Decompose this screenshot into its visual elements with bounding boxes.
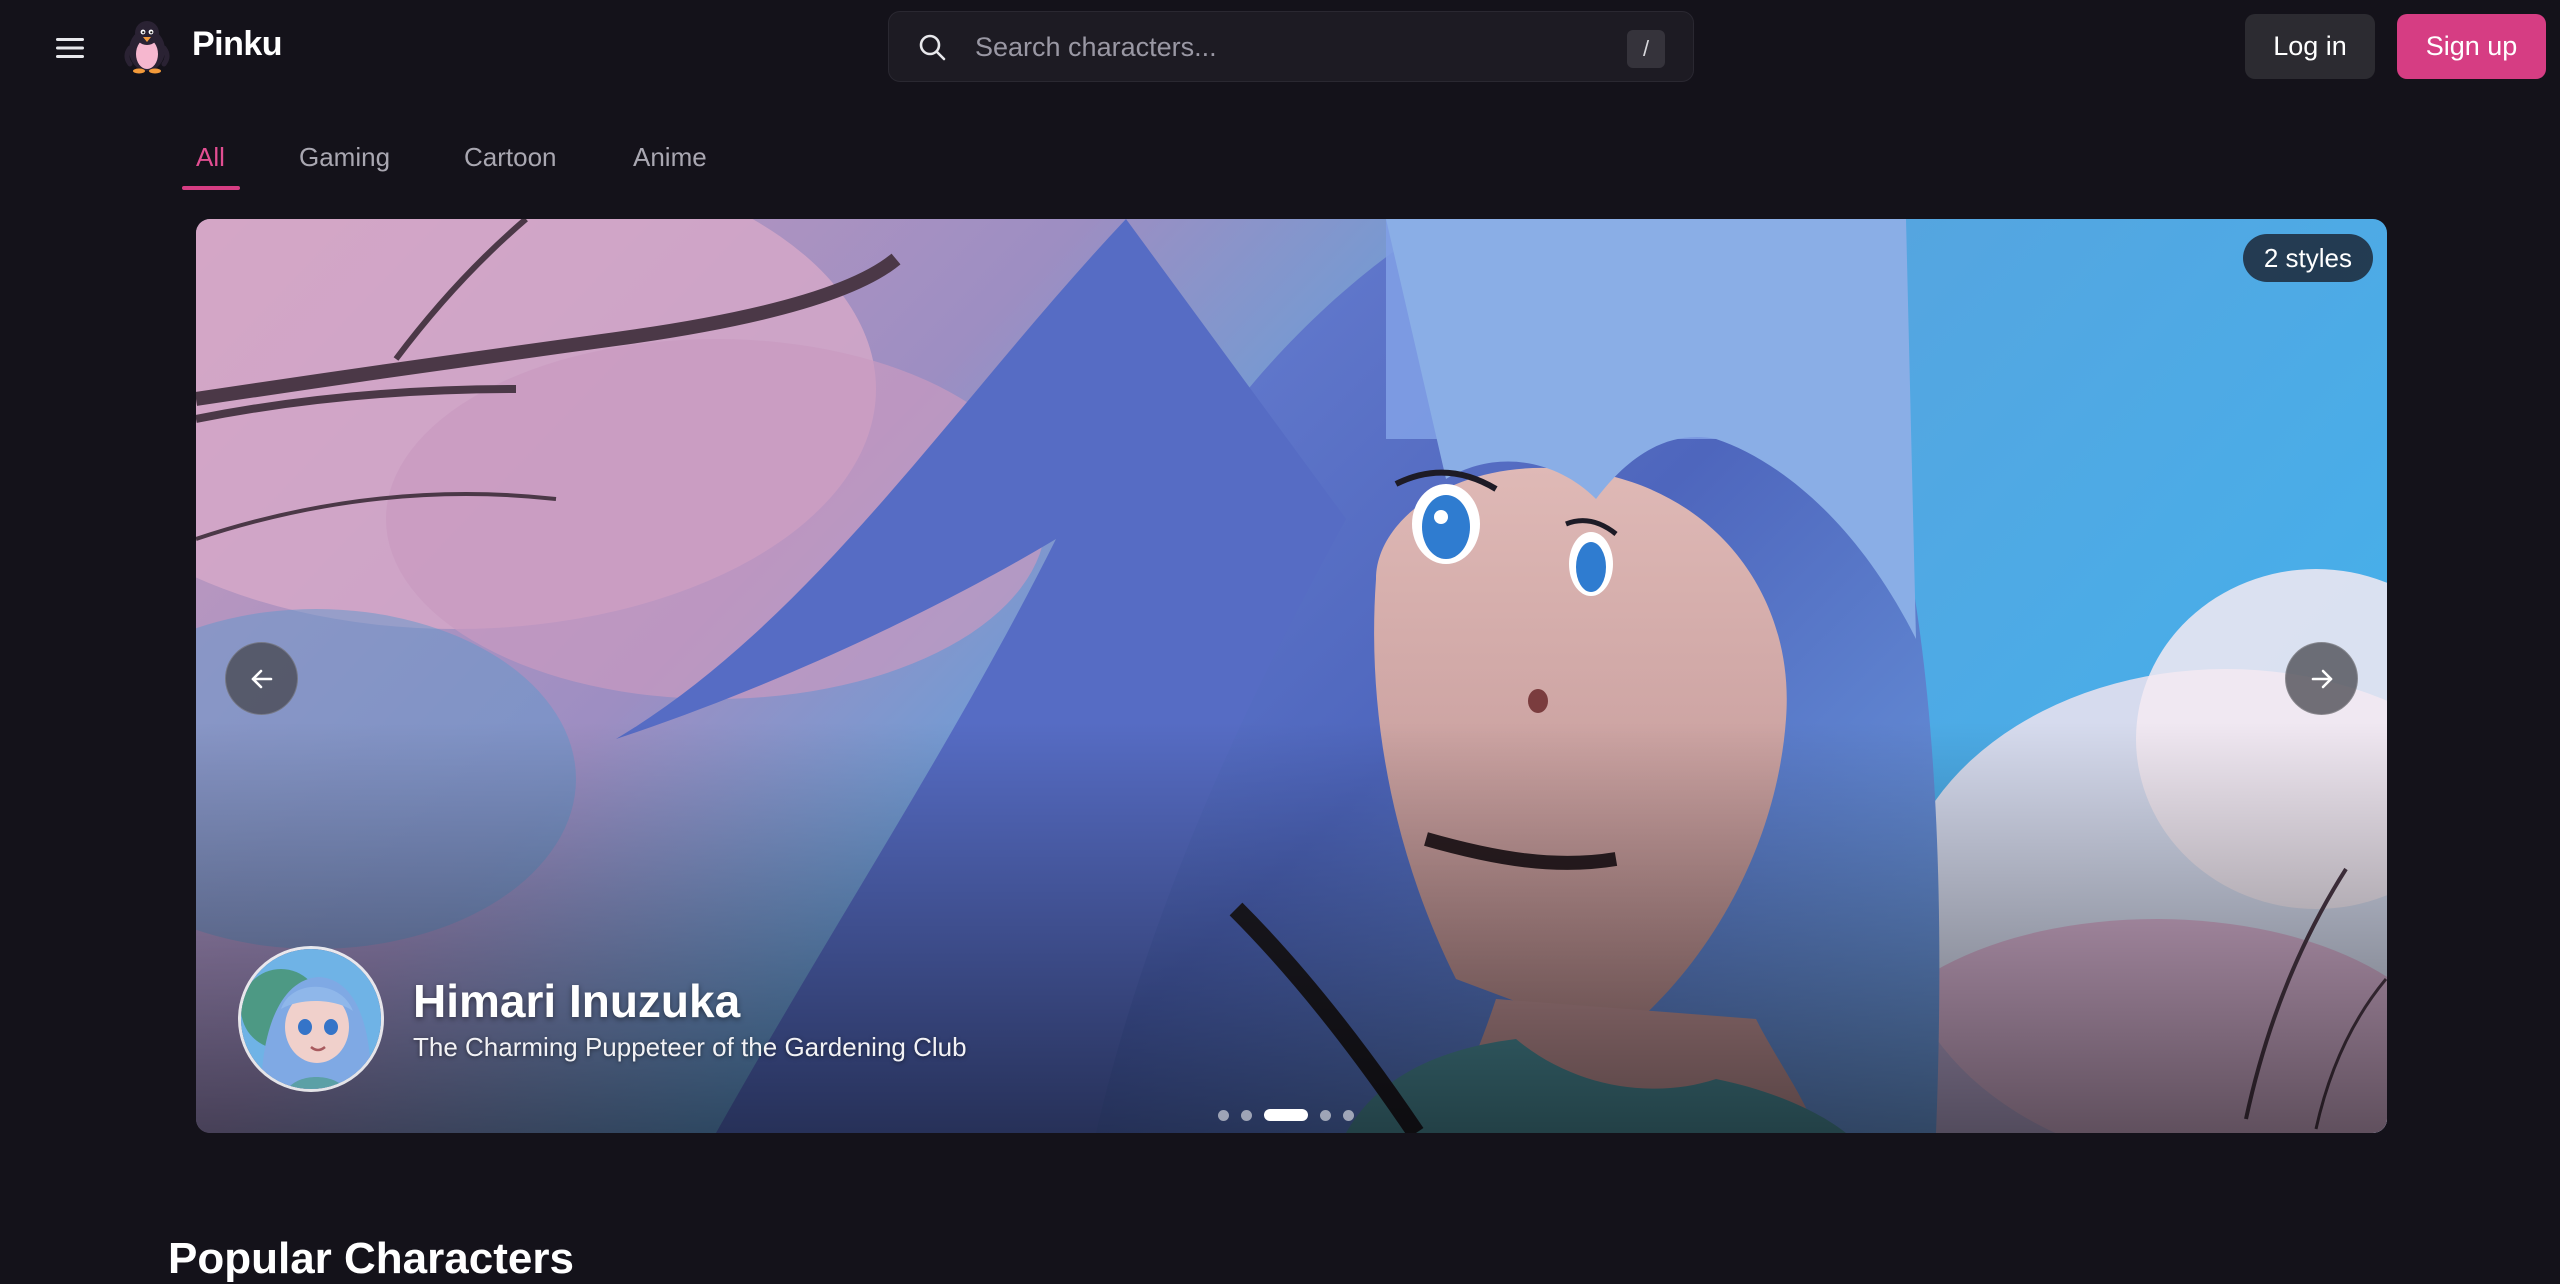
carousel-prev-button[interactable] — [225, 642, 298, 715]
carousel-dot-4[interactable] — [1320, 1109, 1331, 1121]
character-tagline: The Charming Puppeteer of the Gardening … — [413, 1032, 967, 1062]
brand-name[interactable]: Pinku — [192, 25, 283, 64]
featured-carousel[interactable]: 2 styles Himari Inuzuka The Charming Pup… — [196, 219, 2387, 1133]
carousel-next-button[interactable] — [2285, 642, 2358, 715]
search-icon — [919, 34, 946, 61]
tab-anime[interactable]: Anime — [633, 142, 707, 173]
tab-cartoon[interactable]: Cartoon — [464, 142, 557, 173]
tab-all[interactable]: All — [196, 142, 225, 173]
popular-characters-heading: Popular Characters — [168, 1234, 574, 1283]
login-button[interactable]: Log in — [2245, 14, 2375, 79]
signup-button[interactable]: Sign up — [2397, 14, 2546, 79]
active-tab-indicator — [182, 186, 240, 190]
tab-gaming[interactable]: Gaming — [299, 142, 390, 173]
character-avatar[interactable] — [238, 946, 384, 1092]
arrow-left-icon — [251, 669, 272, 688]
penguin-logo-icon[interactable] — [122, 18, 172, 74]
character-name[interactable]: Himari Inuzuka — [413, 974, 740, 1028]
menu-icon — [56, 38, 84, 58]
styles-badge[interactable]: 2 styles — [2242, 234, 2373, 282]
carousel-dot-5[interactable] — [1343, 1109, 1354, 1121]
carousel-dot-3-active[interactable] — [1264, 1109, 1308, 1121]
arrow-right-icon — [2311, 669, 2332, 688]
top-header: Pinku / Log in Sign up — [0, 0, 2560, 92]
carousel-dot-1[interactable] — [1218, 1109, 1229, 1121]
search-shortcut-key: / — [1627, 30, 1665, 68]
search-bar[interactable]: / — [888, 11, 1694, 82]
menu-button[interactable] — [50, 28, 90, 68]
carousel-pagination — [1218, 1109, 1354, 1121]
search-input[interactable] — [975, 24, 1575, 70]
carousel-dot-2[interactable] — [1241, 1109, 1252, 1121]
